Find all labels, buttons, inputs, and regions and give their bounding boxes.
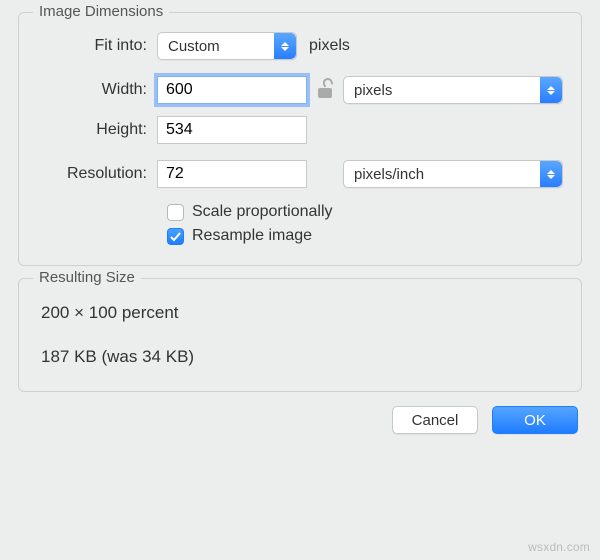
- check-icon: [170, 231, 181, 242]
- width-row: Width: pixels: [37, 75, 563, 105]
- fit-into-row: Fit into: Custom pixels: [37, 31, 563, 61]
- wh-unit-value: pixels: [354, 82, 392, 99]
- resample-image-checkbox[interactable]: [167, 228, 184, 245]
- resample-image-row: Resample image: [167, 227, 563, 245]
- dialog-button-bar: Cancel OK: [0, 400, 600, 434]
- resulting-size-title: Resulting Size: [33, 269, 141, 286]
- cancel-button[interactable]: Cancel: [392, 406, 478, 434]
- scale-proportionally-label: Scale proportionally: [192, 203, 333, 221]
- chevron-updown-icon: [540, 77, 562, 103]
- resolution-row: Resolution: pixels/inch: [37, 159, 563, 189]
- resolution-unit-value: pixels/inch: [354, 166, 424, 183]
- scale-proportionally-checkbox[interactable]: [167, 204, 184, 221]
- watermark-text: wsxdn.com: [528, 540, 590, 554]
- fit-into-label: Fit into:: [37, 37, 157, 55]
- height-input[interactable]: [157, 116, 307, 144]
- resolution-label: Resolution:: [37, 165, 157, 183]
- lock-open-icon: [318, 82, 332, 98]
- height-label: Height:: [37, 121, 157, 139]
- scale-proportionally-row: Scale proportionally: [167, 203, 563, 221]
- height-row: Height:: [37, 115, 563, 145]
- image-dimensions-panel: Image Dimensions Fit into: Custom pixels…: [18, 12, 582, 266]
- chevron-updown-icon: [274, 33, 296, 59]
- resolution-input[interactable]: [157, 160, 307, 188]
- wh-unit-select[interactable]: pixels: [343, 76, 563, 104]
- result-percent-line: 200 × 100 percent: [41, 303, 563, 323]
- resolution-unit-select[interactable]: pixels/inch: [343, 160, 563, 188]
- cancel-button-label: Cancel: [412, 412, 459, 429]
- fit-into-unit-static: pixels: [309, 37, 350, 55]
- fit-into-value: Custom: [168, 38, 220, 55]
- width-input[interactable]: [157, 76, 307, 104]
- lock-aspect-button[interactable]: [307, 82, 343, 98]
- ok-button[interactable]: OK: [492, 406, 578, 434]
- chevron-updown-icon: [540, 161, 562, 187]
- resulting-size-panel: Resulting Size 200 × 100 percent 187 KB …: [18, 278, 582, 392]
- image-dimensions-title: Image Dimensions: [33, 3, 169, 20]
- resample-image-label: Resample image: [192, 227, 312, 245]
- ok-button-label: OK: [524, 412, 546, 429]
- width-label: Width:: [37, 81, 157, 99]
- fit-into-select[interactable]: Custom: [157, 32, 297, 60]
- result-size-line: 187 KB (was 34 KB): [41, 347, 563, 367]
